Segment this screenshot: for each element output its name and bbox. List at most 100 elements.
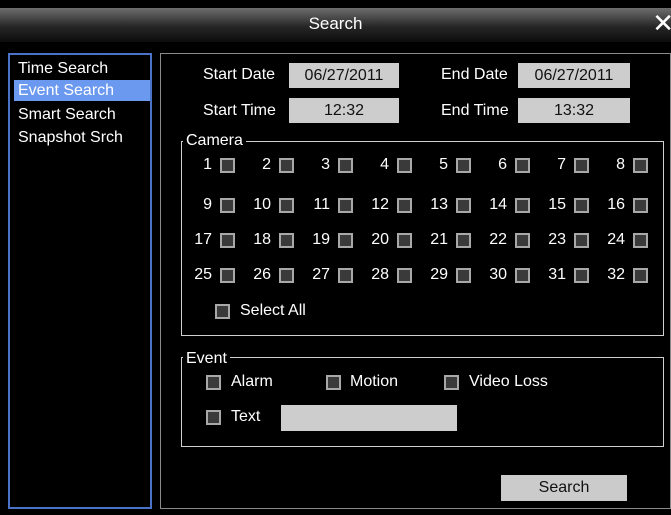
camera-channel-checkbox[interactable] (220, 233, 235, 248)
camera-channel-4[interactable]: 4 (359, 155, 415, 177)
start-time-field[interactable]: 12:32 (289, 98, 399, 123)
camera-channel-checkbox[interactable] (456, 198, 471, 213)
end-time-field[interactable]: 13:32 (518, 98, 630, 123)
camera-channel-checkbox[interactable] (515, 198, 530, 213)
camera-channel-23[interactable]: 23 (536, 230, 592, 252)
camera-channel-label: 1 (203, 156, 212, 173)
camera-channel-24[interactable]: 24 (595, 230, 651, 252)
camera-channel-checkbox[interactable] (397, 233, 412, 248)
camera-channel-13[interactable]: 13 (418, 195, 474, 217)
camera-channel-26[interactable]: 26 (241, 265, 297, 287)
window-title: Search (308, 14, 363, 33)
camera-channel-checkbox[interactable] (397, 198, 412, 213)
camera-channel-1[interactable]: 1 (182, 155, 238, 177)
select-all-checkbox[interactable] (215, 304, 230, 319)
end-date-field[interactable]: 06/27/2011 (518, 63, 630, 88)
camera-channel-20[interactable]: 20 (359, 230, 415, 252)
camera-channel-16[interactable]: 16 (595, 195, 651, 217)
camera-channel-label: 17 (194, 231, 212, 248)
camera-channel-label: 7 (557, 156, 566, 173)
camera-channel-label: 13 (430, 196, 448, 213)
camera-channel-2[interactable]: 2 (241, 155, 297, 177)
camera-channel-checkbox[interactable] (338, 198, 353, 213)
camera-channel-19[interactable]: 19 (300, 230, 356, 252)
camera-channel-14[interactable]: 14 (477, 195, 533, 217)
camera-channel-17[interactable]: 17 (182, 230, 238, 252)
camera-channel-25[interactable]: 25 (182, 265, 238, 287)
camera-channel-checkbox[interactable] (633, 268, 648, 283)
start-date-label: Start Date (203, 66, 276, 83)
camera-channel-checkbox[interactable] (574, 233, 589, 248)
camera-channel-label: 14 (489, 196, 507, 213)
camera-channel-checkbox[interactable] (397, 268, 412, 283)
camera-channel-8[interactable]: 8 (595, 155, 651, 177)
camera-channel-checkbox[interactable] (279, 233, 294, 248)
motion-checkbox[interactable] (326, 375, 341, 390)
end-date-label: End Date (441, 66, 508, 83)
start-date-field[interactable]: 06/27/2011 (289, 63, 399, 88)
camera-channel-checkbox[interactable] (574, 158, 589, 173)
camera-channel-checkbox[interactable] (574, 268, 589, 283)
camera-channel-label: 11 (313, 196, 330, 213)
camera-channel-checkbox[interactable] (456, 233, 471, 248)
camera-channel-checkbox[interactable] (338, 158, 353, 173)
camera-channel-checkbox[interactable] (220, 198, 235, 213)
camera-channel-32[interactable]: 32 (595, 265, 651, 287)
sidebar-item-event-search[interactable]: Event Search (14, 80, 150, 101)
text-checkbox[interactable] (206, 410, 221, 425)
camera-channel-5[interactable]: 5 (418, 155, 474, 177)
alarm-label: Alarm (231, 373, 273, 390)
camera-channel-checkbox[interactable] (574, 198, 589, 213)
camera-channel-checkbox[interactable] (279, 268, 294, 283)
camera-channel-checkbox[interactable] (397, 158, 412, 173)
camera-channel-31[interactable]: 31 (536, 265, 592, 287)
sidebar-item-snapshot-search[interactable]: Snapshot Srch (16, 127, 123, 148)
camera-channel-29[interactable]: 29 (418, 265, 474, 287)
video-loss-label: Video Loss (469, 373, 548, 390)
camera-channel-12[interactable]: 12 (359, 195, 415, 217)
camera-channel-22[interactable]: 22 (477, 230, 533, 252)
camera-channel-checkbox[interactable] (515, 158, 530, 173)
camera-channel-label: 8 (616, 156, 625, 173)
camera-channel-checkbox[interactable] (456, 268, 471, 283)
camera-channel-30[interactable]: 30 (477, 265, 533, 287)
camera-channel-21[interactable]: 21 (418, 230, 474, 252)
camera-channel-checkbox[interactable] (456, 158, 471, 173)
camera-channel-18[interactable]: 18 (241, 230, 297, 252)
camera-channel-checkbox[interactable] (515, 233, 530, 248)
text-label: Text (231, 408, 261, 425)
camera-channel-label: 32 (607, 266, 625, 283)
event-text-input[interactable] (281, 405, 457, 431)
sidebar-item-time-search[interactable]: Time Search (16, 58, 108, 79)
sidebar-item-smart-search[interactable]: Smart Search (16, 104, 116, 125)
camera-channel-checkbox[interactable] (633, 233, 648, 248)
camera-channel-3[interactable]: 3 (300, 155, 356, 177)
camera-channel-7[interactable]: 7 (536, 155, 592, 177)
camera-channel-10[interactable]: 10 (241, 195, 297, 217)
camera-channel-label: 22 (489, 231, 507, 248)
camera-channel-checkbox[interactable] (515, 268, 530, 283)
camera-channel-28[interactable]: 28 (359, 265, 415, 287)
camera-channel-checkbox[interactable] (633, 158, 648, 173)
camera-channel-checkbox[interactable] (338, 233, 353, 248)
camera-channel-label: 23 (548, 231, 566, 248)
camera-channel-label: 20 (371, 231, 389, 248)
camera-channel-15[interactable]: 15 (536, 195, 592, 217)
close-icon[interactable]: ✕ (652, 10, 671, 36)
camera-channel-checkbox[interactable] (220, 268, 235, 283)
camera-channel-27[interactable]: 27 (300, 265, 356, 287)
camera-channel-checkbox[interactable] (338, 268, 353, 283)
camera-channel-checkbox[interactable] (633, 198, 648, 213)
camera-channel-checkbox[interactable] (279, 198, 294, 213)
search-window: Search ✕ Time Search Event Search Smart … (0, 0, 671, 515)
camera-channel-9[interactable]: 9 (182, 195, 238, 217)
camera-channel-label: 16 (607, 196, 625, 213)
video-loss-checkbox[interactable] (444, 375, 459, 390)
alarm-checkbox[interactable] (206, 375, 221, 390)
camera-channel-6[interactable]: 6 (477, 155, 533, 177)
camera-channel-11[interactable]: 11 (300, 195, 356, 217)
camera-channel-checkbox[interactable] (279, 158, 294, 173)
camera-channel-label: 29 (430, 266, 448, 283)
search-button[interactable]: Search (501, 475, 627, 501)
camera-channel-checkbox[interactable] (220, 158, 235, 173)
